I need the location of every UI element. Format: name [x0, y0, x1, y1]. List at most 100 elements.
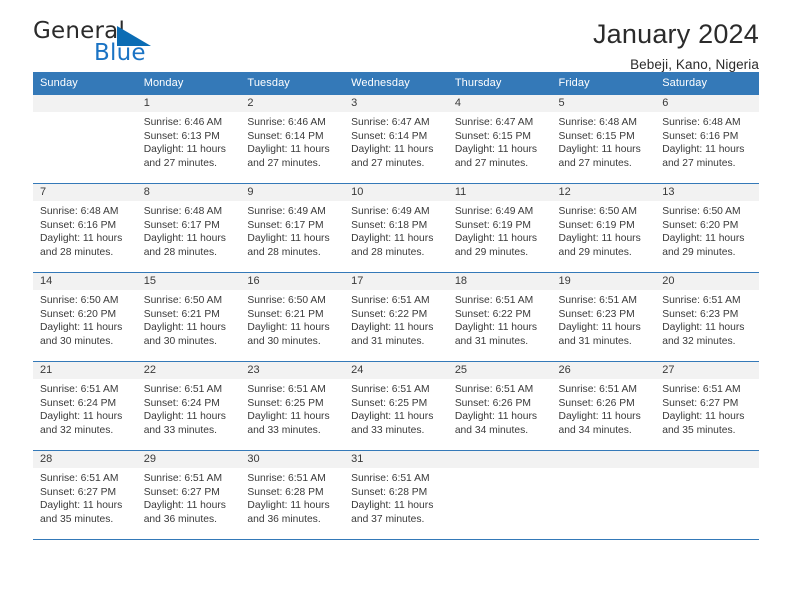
calendar-day-cell[interactable]: 2 Sunrise: 6:46 AM Sunset: 6:14 PM Daylight…	[240, 94, 345, 184]
day-details: Sunrise: 6:47 AM Sunset: 6:14 PM Daylight:…	[344, 112, 448, 170]
calendar-day-cell[interactable]: 29 Sunrise: 6:51 AM Sunset: 6:27 PM Dayligh…	[136, 450, 241, 540]
sunrise-time: Sunrise: 6:49 AM	[454, 206, 534, 217]
sunset-time: Sunset: 6:16 PM	[40, 219, 117, 231]
day-details: Sunrise: 6:51 AM Sunset: 6:25 PM Daylight:…	[240, 379, 344, 437]
sunrise-time: Sunrise: 6:46 AM	[247, 117, 326, 128]
calendar-day-cell[interactable]: 19 Sunrise: 6:51 AM Sunset: 6:23 PM Dayligh…	[551, 272, 656, 362]
sunrise-time: Sunrise: 6:51 AM	[351, 473, 430, 484]
calendar-week-row: 7 Sunrise: 6:48 AM Sunset: 6:16 PM Daylight…	[33, 183, 759, 273]
calendar-day-cell[interactable]: 18 Sunrise: 6:51 AM Sunset: 6:22 PM Dayligh…	[447, 272, 552, 362]
sunrise-time: Sunrise: 6:51 AM	[558, 384, 637, 395]
sunrise-time: Sunrise: 6:51 AM	[558, 295, 637, 306]
calendar-day-cell[interactable]: 20 Sunrise: 6:51 AM Sunset: 6:23 PM Dayligh…	[655, 272, 759, 362]
page-header: General Blue January 2024 Bebeji, Kano, …	[33, 0, 759, 72]
daylight-duration-line1: Daylight: 11 hours	[40, 322, 123, 334]
general-blue-logo[interactable]: General Blue	[33, 18, 193, 70]
daylight-duration-line1: Daylight: 11 hours	[143, 144, 226, 156]
calendar-day-cell[interactable]: 4 Sunrise: 6:47 AM Sunset: 6:15 PM Daylight…	[447, 94, 552, 184]
calendar-day-cell[interactable]: 9 Sunrise: 6:49 AM Sunset: 6:17 PM Daylight…	[240, 183, 345, 273]
calendar-day-cell[interactable]: 27 Sunrise: 6:51 AM Sunset: 6:27 PM Dayligh…	[655, 361, 759, 451]
daylight-duration-line1: Daylight: 11 hours	[143, 500, 226, 512]
daylight-duration-line2: and 30 minutes.	[40, 335, 114, 347]
sunrise-time: Sunrise: 6:49 AM	[351, 206, 430, 217]
calendar-day-cell[interactable]: 28 Sunrise: 6:51 AM Sunset: 6:27 PM Dayligh…	[33, 450, 137, 540]
daylight-duration-line1: Daylight: 11 hours	[662, 322, 745, 334]
sunset-time: Sunset: 6:21 PM	[143, 308, 220, 320]
sunset-time: Sunset: 6:19 PM	[558, 219, 635, 231]
sunset-time: Sunset: 6:21 PM	[247, 308, 324, 320]
calendar-day-cell[interactable]: 1 Sunrise: 6:46 AM Sunset: 6:13 PM Daylight…	[136, 94, 241, 184]
sunrise-time: Sunrise: 6:50 AM	[662, 206, 741, 217]
calendar-day-cell[interactable]: 6 Sunrise: 6:48 AM Sunset: 6:16 PM Daylight…	[655, 94, 759, 184]
day-details: Sunrise: 6:51 AM Sunset: 6:27 PM Daylight:…	[655, 379, 759, 437]
calendar-day-cell[interactable]: 25 Sunrise: 6:51 AM Sunset: 6:26 PM Dayligh…	[447, 361, 552, 451]
calendar-day-cell[interactable]: 23 Sunrise: 6:51 AM Sunset: 6:25 PM Dayligh…	[240, 361, 345, 451]
day-number-band	[655, 451, 759, 468]
sunrise-time: Sunrise: 6:47 AM	[351, 117, 430, 128]
daylight-duration-line2: and 27 minutes.	[143, 157, 217, 169]
day-details: Sunrise: 6:51 AM Sunset: 6:28 PM Daylight:…	[240, 468, 344, 526]
daylight-duration-line1: Daylight: 11 hours	[247, 500, 330, 512]
sunset-time: Sunset: 6:26 PM	[558, 397, 635, 409]
day-number: 14	[33, 273, 137, 290]
sunset-time: Sunset: 6:15 PM	[454, 130, 531, 142]
day-number: 26	[551, 362, 656, 379]
day-details: Sunrise: 6:51 AM Sunset: 6:26 PM Daylight:…	[448, 379, 552, 437]
calendar-day-cell[interactable]: 11 Sunrise: 6:49 AM Sunset: 6:19 PM Dayligh…	[447, 183, 552, 273]
daylight-duration-line2: and 37 minutes.	[351, 513, 425, 525]
daylight-duration-line1: Daylight: 11 hours	[247, 233, 330, 245]
day-number: 5	[551, 95, 656, 112]
day-number: 27	[655, 362, 759, 379]
sunset-time: Sunset: 6:16 PM	[662, 130, 739, 142]
day-details: Sunrise: 6:51 AM Sunset: 6:23 PM Daylight:…	[552, 290, 656, 348]
daylight-duration-line1: Daylight: 11 hours	[40, 233, 123, 245]
calendar-day-cell[interactable]: 12 Sunrise: 6:50 AM Sunset: 6:19 PM Dayligh…	[551, 183, 656, 273]
daylight-duration-line1: Daylight: 11 hours	[662, 144, 745, 156]
day-number: 2	[240, 95, 345, 112]
daylight-duration-line1: Daylight: 11 hours	[40, 411, 123, 423]
day-details: Sunrise: 6:49 AM Sunset: 6:19 PM Daylight:…	[448, 201, 552, 259]
daylight-duration-line2: and 32 minutes.	[40, 424, 114, 436]
sunset-time: Sunset: 6:15 PM	[558, 130, 635, 142]
calendar-day-cell[interactable]: 24 Sunrise: 6:51 AM Sunset: 6:25 PM Dayligh…	[344, 361, 448, 451]
calendar-day-cell[interactable]: 13 Sunrise: 6:50 AM Sunset: 6:20 PM Dayligh…	[655, 183, 759, 273]
calendar-day-cell[interactable]: 16 Sunrise: 6:50 AM Sunset: 6:21 PM Dayligh…	[240, 272, 345, 362]
calendar-day-cell[interactable]: 8 Sunrise: 6:48 AM Sunset: 6:17 PM Daylight…	[136, 183, 241, 273]
sunset-time: Sunset: 6:25 PM	[247, 397, 324, 409]
sunset-time: Sunset: 6:24 PM	[143, 397, 220, 409]
calendar-day-cell[interactable]: 30 Sunrise: 6:51 AM Sunset: 6:28 PM Dayligh…	[240, 450, 345, 540]
weekday-header-monday: Monday	[136, 72, 241, 95]
calendar-day-cell[interactable]: 14 Sunrise: 6:50 AM Sunset: 6:20 PM Dayligh…	[33, 272, 137, 362]
daylight-duration-line2: and 31 minutes.	[454, 335, 529, 347]
calendar-day-cell[interactable]: 17 Sunrise: 6:51 AM Sunset: 6:22 PM Dayligh…	[344, 272, 448, 362]
day-details: Sunrise: 6:51 AM Sunset: 6:25 PM Daylight:…	[344, 379, 448, 437]
sunset-time: Sunset: 6:27 PM	[662, 397, 739, 409]
calendar-day-cell[interactable]: 7 Sunrise: 6:48 AM Sunset: 6:16 PM Daylight…	[33, 183, 137, 273]
daylight-duration-line1: Daylight: 11 hours	[351, 411, 434, 423]
sunrise-time: Sunrise: 6:50 AM	[143, 295, 223, 306]
calendar-day-cell[interactable]: 15 Sunrise: 6:50 AM Sunset: 6:21 PM Dayligh…	[136, 272, 241, 362]
weekday-header-thursday: Thursday	[447, 72, 552, 95]
weekday-header-wednesday: Wednesday	[344, 72, 448, 95]
day-details: Sunrise: 6:48 AM Sunset: 6:16 PM Daylight:…	[33, 201, 137, 259]
calendar-day-cell[interactable]: 31 Sunrise: 6:51 AM Sunset: 6:28 PM Dayligh…	[344, 450, 448, 540]
day-number: 28	[33, 451, 137, 468]
calendar-page: General Blue January 2024 Bebeji, Kano, …	[0, 0, 792, 612]
sunrise-time: Sunrise: 6:46 AM	[143, 117, 223, 128]
calendar-day-cell[interactable]: 22 Sunrise: 6:51 AM Sunset: 6:24 PM Dayligh…	[136, 361, 241, 451]
daylight-duration-line1: Daylight: 11 hours	[662, 411, 745, 423]
day-number: 25	[447, 362, 552, 379]
calendar-day-cell[interactable]: 5 Sunrise: 6:48 AM Sunset: 6:15 PM Daylight…	[551, 94, 656, 184]
calendar-day-cell[interactable]: 21 Sunrise: 6:51 AM Sunset: 6:24 PM Dayligh…	[33, 361, 137, 451]
day-number: 1	[136, 95, 241, 112]
day-details: Sunrise: 6:51 AM Sunset: 6:28 PM Daylight:…	[344, 468, 448, 526]
calendar-day-cell[interactable]: 26 Sunrise: 6:51 AM Sunset: 6:26 PM Dayligh…	[551, 361, 656, 451]
calendar-day-cell[interactable]: 3 Sunrise: 6:47 AM Sunset: 6:14 PM Daylight…	[344, 94, 448, 184]
day-details: Sunrise: 6:50 AM Sunset: 6:19 PM Daylight:…	[552, 201, 656, 259]
day-details: Sunrise: 6:50 AM Sunset: 6:21 PM Daylight:…	[240, 290, 344, 348]
weekday-header-sunday: Sunday	[33, 72, 137, 95]
daylight-duration-line1: Daylight: 11 hours	[143, 233, 226, 245]
day-details: Sunrise: 6:49 AM Sunset: 6:18 PM Daylight:…	[344, 201, 448, 259]
sunrise-time: Sunrise: 6:51 AM	[247, 473, 326, 484]
calendar-day-cell[interactable]: 10 Sunrise: 6:49 AM Sunset: 6:18 PM Dayligh…	[344, 183, 448, 273]
